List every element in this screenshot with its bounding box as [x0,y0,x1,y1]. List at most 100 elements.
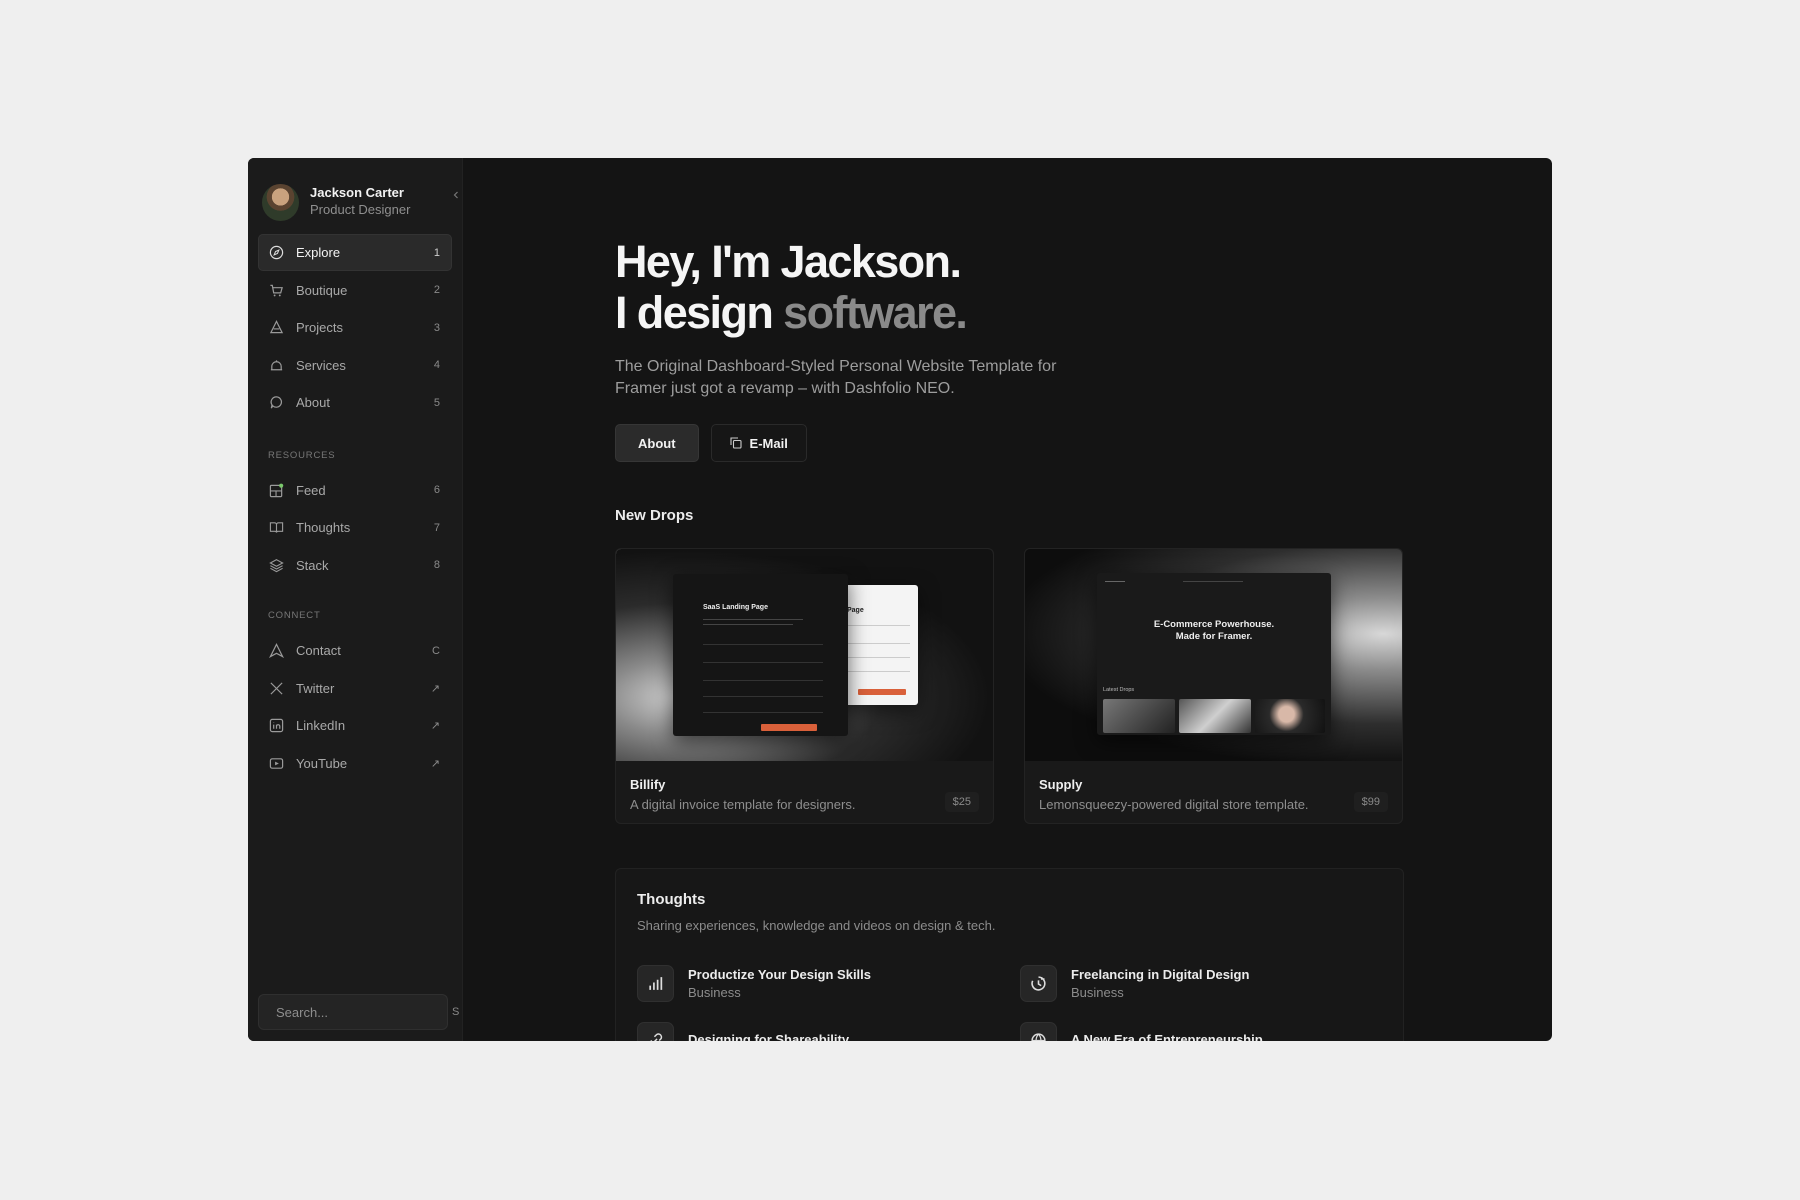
thoughts-title: Thoughts [637,891,706,908]
sidebar-item-label: About [296,395,330,410]
section-label-resources: RESOURCES [268,449,336,461]
mockup-title-2: Made for Framer. [1175,631,1253,642]
sidebar-item-label: Explore [296,245,341,260]
hero-title: Hey, I'm Jackson. I design software. [615,236,1405,338]
mockup-store-page: E-Commerce Powerhouse. Made for Framer. … [1097,573,1331,735]
external-link-icon: ↗ [430,682,440,695]
external-link-icon: ↗ [430,757,440,770]
shortcut-key: 6 [433,484,440,496]
product-name: Billify [630,777,666,792]
sidebar-item-feed[interactable]: Feed 6 [258,472,452,509]
resources-nav: Feed 6 Thoughts 7 Stack 8 [248,472,462,584]
x-logo-icon [268,680,284,696]
post-category: Business [688,985,741,1000]
product-image: nding Page SaaS Landing Page [616,549,993,761]
sidebar-item-label: Stack [296,557,329,573]
shortcut-key: 3 [433,321,440,334]
post-title: Freelancing in Digital Design [1071,967,1250,982]
profile-role: Product Designer [310,202,411,217]
sidebar-item-boutique[interactable]: Boutique 2 [258,272,452,309]
hero-line-2-muted: software. [783,287,968,338]
product-price: $99 [1353,792,1388,812]
sidebar-item-about[interactable]: About 5 [258,384,452,421]
hero-subtitle: The Original Dashboard-Styled Personal W… [615,358,1057,397]
about-button[interactable]: About [615,424,699,462]
linkedin-icon [268,718,284,734]
sidebar-item-label: Twitter [296,680,335,696]
sidebar-item-label: Boutique [296,282,348,298]
shortcut-key: 7 [433,521,440,534]
product-image: E-Commerce Powerhouse. Made for Framer. … [1025,549,1402,761]
sidebar-item-youtube[interactable]: YouTube ↗ [258,745,452,782]
sidebar-item-twitter[interactable]: Twitter ↗ [258,670,452,707]
shortcut-key: 8 [433,559,440,571]
copy-icon [729,437,742,449]
hero-line-2-prefix: I design [615,287,774,338]
post-category: Business [1071,985,1124,1000]
email-button-label: E-Mail [749,435,788,451]
chart-icon [637,965,674,1002]
sidebar-item-explore[interactable]: Explore 1 [258,234,452,271]
post-item[interactable]: Productize Your Design Skills Business [637,965,1020,1002]
sidebar-item-stack[interactable]: Stack 8 [258,547,452,584]
post-title: Productize Your Design Skills [688,967,872,982]
globe-icon [1020,1022,1057,1041]
sidebar-item-contact[interactable]: Contact C [258,632,452,669]
thoughts-section: Thoughts Sharing experiences, knowledge … [615,868,1404,1041]
link-icon [637,1022,674,1041]
post-item[interactable]: A New Era of Entrepreneurship [1020,1022,1403,1041]
product-card-billify[interactable]: nding Page SaaS Landing Page [615,548,994,824]
sidebar-item-label: Feed [296,482,326,498]
shortcut-key: 5 [433,396,440,409]
product-description: A digital invoice template for designers… [630,797,856,812]
feed-icon [268,482,284,498]
sidebar-item-label: Services [296,357,346,373]
mockup-label: Latest Drops [1103,687,1135,693]
sidebar-item-thoughts[interactable]: Thoughts 7 [258,509,452,546]
sidebar-item-services[interactable]: Services 4 [258,347,452,384]
bell-icon [268,357,284,373]
profile[interactable]: Jackson Carter Product Designer [248,158,462,228]
hero-buttons: About E-Mail [615,424,1405,462]
search-box[interactable]: S [258,994,459,1030]
collapse-sidebar-button[interactable] [449,184,463,206]
post-item[interactable]: Freelancing in Digital Design Business [1020,965,1403,1002]
product-card-supply[interactable]: E-Commerce Powerhouse. Made for Framer. … [1024,548,1403,824]
sidebar-item-label: YouTube [296,755,348,771]
product-price: $25 [944,792,979,812]
layers-icon [268,557,284,573]
shortcut-key: 4 [433,359,440,371]
app-window: Jackson Carter Product Designer Explore … [248,158,1552,1041]
cart-icon [268,282,284,298]
youtube-icon [268,755,284,771]
profile-name: Jackson Carter [310,185,404,201]
post-title: A New Era of Entrepreneurship [1071,1031,1263,1042]
post-item[interactable]: Designing for Shareability [637,1022,1020,1041]
compass-icon [268,245,284,261]
speech-icon [268,395,284,411]
search-input[interactable] [276,1004,452,1020]
main-nav: Explore 1 Boutique 2 Projects 3 Services… [248,234,462,421]
product-description: Lemonsqueezy-powered digital store templ… [1039,797,1309,812]
sidebar-item-label: Contact [296,643,341,658]
sidebar-item-label: Projects [296,320,343,335]
sidebar-item-label: Thoughts [296,520,351,535]
book-icon [268,520,284,536]
sidebar-item-projects[interactable]: Projects 3 [258,309,452,346]
shortcut-key: C [432,644,440,657]
thoughts-subtitle: Sharing experiences, knowledge and video… [637,918,996,933]
product-name: Supply [1039,777,1083,792]
chevron-left-icon [453,191,458,199]
sidebar-item-linkedin[interactable]: LinkedIn ↗ [258,707,452,744]
mockup-dark-page: SaaS Landing Page [673,574,848,736]
new-drops-list: nding Page SaaS Landing Page [615,548,1405,824]
sidebar-item-label: LinkedIn [296,718,346,733]
clock-icon [1020,965,1057,1002]
new-drops-title: New Drops [615,507,694,524]
connect-nav: Contact C Twitter ↗ LinkedIn ↗ YouTube ↗ [248,632,462,782]
send-icon [268,643,284,659]
hero-line-1: Hey, I'm Jackson. [615,236,962,287]
email-button[interactable]: E-Mail [710,424,807,462]
section-label-connect: CONNECT [268,610,321,621]
mockup-title: E-Commerce Powerhouse. [1153,619,1275,630]
